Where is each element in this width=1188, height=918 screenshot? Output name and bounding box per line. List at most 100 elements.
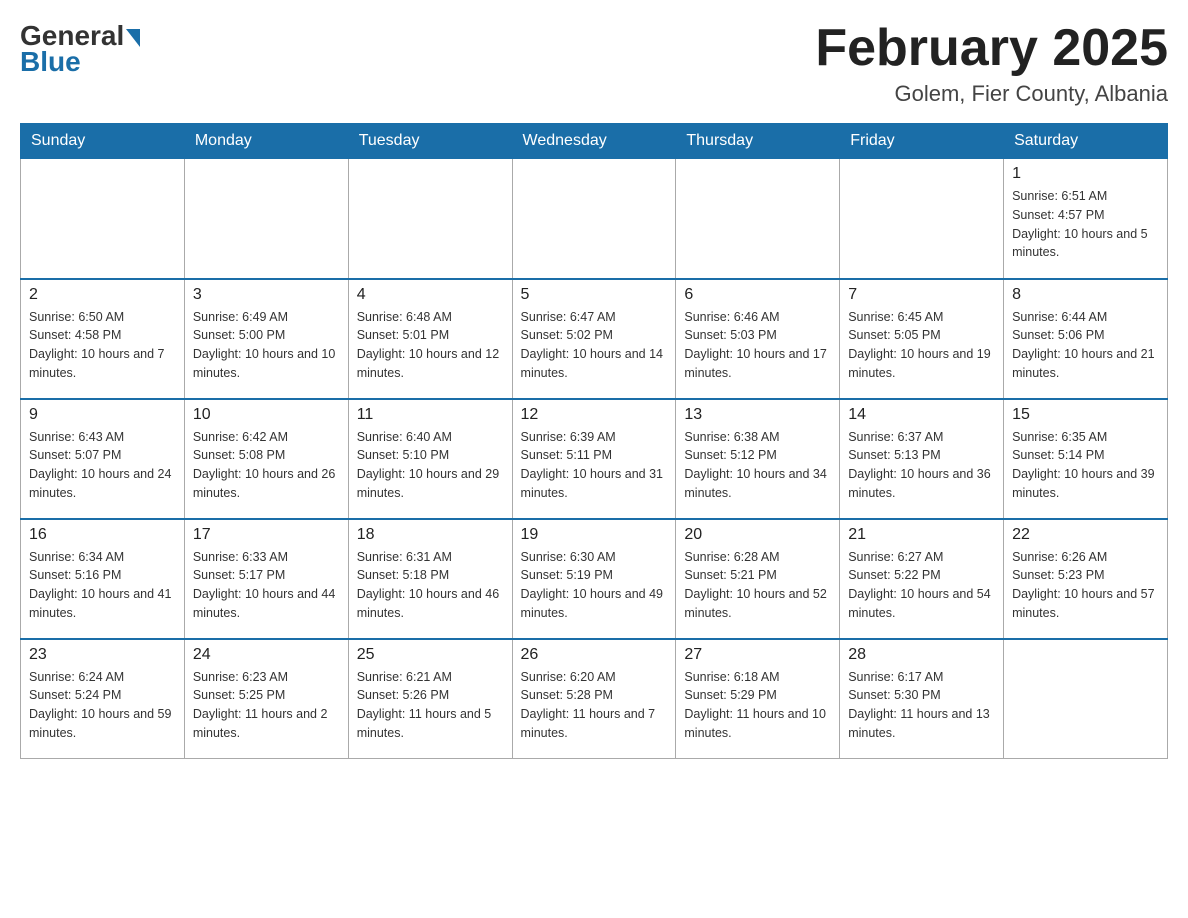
table-row: 15 Sunrise: 6:35 AM Sunset: 5:14 PM Dayli… [1004, 399, 1168, 519]
table-row: 2Sunrise: 6:50 AM Sunset: 4:58 PM Daylig… [21, 279, 185, 399]
day-info: Sunrise: 6:34 AM Sunset: 5:16 PM Dayligh… [29, 548, 176, 623]
table-row: 14Sunrise: 6:37 AM Sunset: 5:13 PM Dayli… [840, 399, 1004, 519]
table-row: 26 Sunrise: 6:20 AM Sunset: 5:28 PM Dayli… [512, 639, 676, 759]
day-number: 23 [29, 646, 176, 664]
header-thursday: Thursday [676, 124, 840, 159]
day-number: 11 [357, 406, 504, 424]
day-info: Sunrise: 6:27 AM Sunset: 5:22 PM Dayligh… [848, 548, 995, 623]
day-info: Sunrise: 6:38 AM Sunset: 5:12 PM Dayligh… [684, 428, 831, 503]
day-number: 21 [848, 526, 995, 544]
day-info: Sunrise: 6:31 AM Sunset: 5:18 PM Dayligh… [357, 548, 504, 623]
table-row: 5 Sunrise: 6:47 AM Sunset: 5:02 PM Daylig… [512, 279, 676, 399]
day-info: Sunrise: 6:21 AM Sunset: 5:26 PM Dayligh… [357, 668, 504, 743]
day-info: Sunrise: 6:44 AM Sunset: 5:06 PM Dayligh… [1012, 308, 1159, 383]
day-number: 28 [848, 646, 995, 664]
table-row [840, 159, 1004, 279]
day-info: Sunrise: 6:37 AM Sunset: 5:13 PM Dayligh… [848, 428, 995, 503]
day-info: Sunrise: 6:49 AM Sunset: 5:00 PM Dayligh… [193, 308, 340, 383]
table-row: 25 Sunrise: 6:21 AM Sunset: 5:26 PM Dayli… [348, 639, 512, 759]
day-info: Sunrise: 6:47 AM Sunset: 5:02 PM Dayligh… [521, 308, 668, 383]
calendar-header-row: Sunday Monday Tuesday Wednesday Thursday… [21, 124, 1168, 159]
day-number: 4 [357, 286, 504, 304]
table-row: 21 Sunrise: 6:27 AM Sunset: 5:22 PM Dayli… [840, 519, 1004, 639]
table-row: 27 Sunrise: 6:18 AM Sunset: 5:29 PM Dayli… [676, 639, 840, 759]
day-info: Sunrise: 6:43 AM Sunset: 5:07 PM Dayligh… [29, 428, 176, 503]
day-number: 24 [193, 646, 340, 664]
table-row: 1Sunrise: 6:51 AM Sunset: 4:57 PM Daylig… [1004, 159, 1168, 279]
table-row: 18 Sunrise: 6:31 AM Sunset: 5:18 PM Dayli… [348, 519, 512, 639]
logo-arrow-icon [126, 29, 140, 47]
table-row: 7 Sunrise: 6:45 AM Sunset: 5:05 PM Daylig… [840, 279, 1004, 399]
table-row: 9Sunrise: 6:43 AM Sunset: 5:07 PM Daylig… [21, 399, 185, 519]
table-row [21, 159, 185, 279]
table-row: 19 Sunrise: 6:30 AM Sunset: 5:19 PM Dayli… [512, 519, 676, 639]
day-number: 25 [357, 646, 504, 664]
day-info: Sunrise: 6:17 AM Sunset: 5:30 PM Dayligh… [848, 668, 995, 743]
table-row: 28 Sunrise: 6:17 AM Sunset: 5:30 PM Dayli… [840, 639, 1004, 759]
day-info: Sunrise: 6:48 AM Sunset: 5:01 PM Dayligh… [357, 308, 504, 383]
day-info: Sunrise: 6:45 AM Sunset: 5:05 PM Dayligh… [848, 308, 995, 383]
day-number: 17 [193, 526, 340, 544]
calendar-row: 9Sunrise: 6:43 AM Sunset: 5:07 PM Daylig… [21, 399, 1168, 519]
day-info: Sunrise: 6:46 AM Sunset: 5:03 PM Dayligh… [684, 308, 831, 383]
table-row [676, 159, 840, 279]
table-row: 8 Sunrise: 6:44 AM Sunset: 5:06 PM Daylig… [1004, 279, 1168, 399]
day-number: 10 [193, 406, 340, 424]
day-number: 18 [357, 526, 504, 544]
day-number: 7 [848, 286, 995, 304]
header-friday: Friday [840, 124, 1004, 159]
table-row [184, 159, 348, 279]
day-number: 6 [684, 286, 831, 304]
day-number: 26 [521, 646, 668, 664]
header-wednesday: Wednesday [512, 124, 676, 159]
day-info: Sunrise: 6:40 AM Sunset: 5:10 PM Dayligh… [357, 428, 504, 503]
header-tuesday: Tuesday [348, 124, 512, 159]
header-saturday: Saturday [1004, 124, 1168, 159]
logo-blue-text: Blue [20, 46, 81, 78]
day-number: 12 [521, 406, 668, 424]
day-info: Sunrise: 6:23 AM Sunset: 5:25 PM Dayligh… [193, 668, 340, 743]
title-block: February 2025 Golem, Fier County, Albani… [815, 20, 1168, 107]
day-info: Sunrise: 6:33 AM Sunset: 5:17 PM Dayligh… [193, 548, 340, 623]
table-row: 11 Sunrise: 6:40 AM Sunset: 5:10 PM Dayli… [348, 399, 512, 519]
table-row: 17 Sunrise: 6:33 AM Sunset: 5:17 PM Dayli… [184, 519, 348, 639]
day-number: 19 [521, 526, 668, 544]
logo: General Blue [20, 20, 140, 78]
day-number: 8 [1012, 286, 1159, 304]
table-row: 12 Sunrise: 6:39 AM Sunset: 5:11 PM Dayli… [512, 399, 676, 519]
day-number: 1 [1012, 165, 1159, 183]
day-info: Sunrise: 6:26 AM Sunset: 5:23 PM Dayligh… [1012, 548, 1159, 623]
table-row: 20Sunrise: 6:28 AM Sunset: 5:21 PM Dayli… [676, 519, 840, 639]
table-row: 22 Sunrise: 6:26 AM Sunset: 5:23 PM Dayli… [1004, 519, 1168, 639]
calendar-title: February 2025 [815, 20, 1168, 77]
calendar-row: 1Sunrise: 6:51 AM Sunset: 4:57 PM Daylig… [21, 159, 1168, 279]
table-row [512, 159, 676, 279]
header-monday: Monday [184, 124, 348, 159]
day-number: 13 [684, 406, 831, 424]
day-info: Sunrise: 6:30 AM Sunset: 5:19 PM Dayligh… [521, 548, 668, 623]
day-info: Sunrise: 6:39 AM Sunset: 5:11 PM Dayligh… [521, 428, 668, 503]
table-row: 16 Sunrise: 6:34 AM Sunset: 5:16 PM Dayli… [21, 519, 185, 639]
table-row: 13 Sunrise: 6:38 AM Sunset: 5:12 PM Dayli… [676, 399, 840, 519]
calendar-row: 16 Sunrise: 6:34 AM Sunset: 5:16 PM Dayli… [21, 519, 1168, 639]
day-info: Sunrise: 6:18 AM Sunset: 5:29 PM Dayligh… [684, 668, 831, 743]
calendar-row: 2Sunrise: 6:50 AM Sunset: 4:58 PM Daylig… [21, 279, 1168, 399]
header-sunday: Sunday [21, 124, 185, 159]
table-row: 6 Sunrise: 6:46 AM Sunset: 5:03 PM Daylig… [676, 279, 840, 399]
day-number: 16 [29, 526, 176, 544]
day-number: 3 [193, 286, 340, 304]
day-info: Sunrise: 6:20 AM Sunset: 5:28 PM Dayligh… [521, 668, 668, 743]
day-number: 27 [684, 646, 831, 664]
table-row [1004, 639, 1168, 759]
day-info: Sunrise: 6:35 AM Sunset: 5:14 PM Dayligh… [1012, 428, 1159, 503]
day-number: 5 [521, 286, 668, 304]
day-number: 22 [1012, 526, 1159, 544]
table-row: 4 Sunrise: 6:48 AM Sunset: 5:01 PM Daylig… [348, 279, 512, 399]
table-row: 23Sunrise: 6:24 AM Sunset: 5:24 PM Dayli… [21, 639, 185, 759]
calendar-row: 23Sunrise: 6:24 AM Sunset: 5:24 PM Dayli… [21, 639, 1168, 759]
day-number: 15 [1012, 406, 1159, 424]
page-header: General Blue February 2025 Golem, Fier C… [20, 20, 1168, 107]
day-info: Sunrise: 6:42 AM Sunset: 5:08 PM Dayligh… [193, 428, 340, 503]
calendar-table: Sunday Monday Tuesday Wednesday Thursday… [20, 123, 1168, 759]
day-info: Sunrise: 6:28 AM Sunset: 5:21 PM Dayligh… [684, 548, 831, 623]
